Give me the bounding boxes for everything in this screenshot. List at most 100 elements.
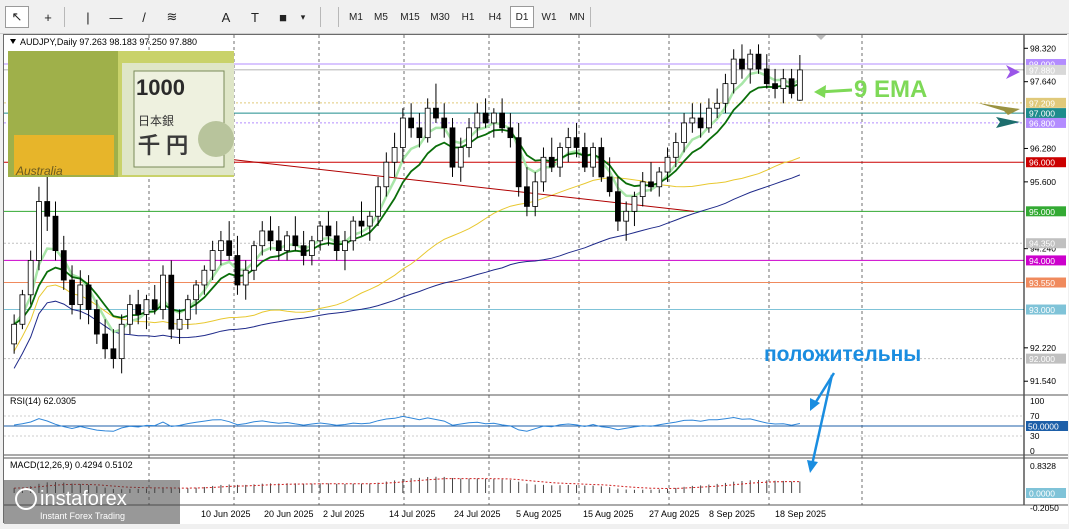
shapes-icon[interactable]: ■ (271, 6, 295, 28)
price-axis-label: 92.220 (1030, 343, 1056, 353)
time-axis-label: 20 Jun 2025 (264, 509, 314, 519)
rsi-axis-label: 0 (1030, 446, 1035, 456)
timeframe-m5-button[interactable]: M5 (369, 6, 393, 28)
candle[interactable] (19, 289, 26, 330)
label-icon[interactable]: T (243, 6, 267, 28)
rsi-axis-label: 70 (1030, 411, 1040, 421)
price-axis-label: 95.600 (1030, 177, 1056, 187)
bear-candle-body (408, 117, 415, 129)
bull-candle-body (143, 299, 150, 315)
price-tag: 94.000 (1026, 255, 1066, 266)
bear-candle-body (763, 68, 770, 85)
bull-candle-body (747, 53, 754, 70)
bear-candle-body (433, 107, 439, 119)
time-axis-label: 5 Aug 2025 (516, 509, 562, 519)
chart-header: AUDJPY,Daily 97.263 98.183 97.250 97.880 (10, 37, 197, 47)
fibonacci-icon[interactable]: ≋ (160, 6, 184, 28)
price-tag: 97.000 (1026, 108, 1066, 119)
price-axis-label: 97.640 (1030, 77, 1056, 87)
bull-candle-body (490, 112, 497, 124)
price-tag-label: 92.000 (1029, 354, 1055, 364)
bull-candle-body (176, 318, 183, 330)
price-tag: 95.000 (1026, 206, 1066, 217)
bear-candle-body (69, 279, 75, 306)
price-axis-label: 98.320 (1030, 43, 1056, 53)
crosshair-icon[interactable]: + (36, 6, 60, 28)
bear-candle-body (168, 274, 175, 330)
toolbar-separator (590, 7, 591, 27)
bull-candle-body (664, 156, 671, 173)
bear-candle-body (60, 250, 67, 281)
bull-candle-body (391, 147, 398, 163)
timeframe-w1-button[interactable]: W1 (537, 6, 561, 28)
price-axis-label: 91.540 (1030, 376, 1056, 386)
horizontal-line-icon[interactable]: — (104, 6, 128, 28)
price-tag-label: 95.000 (1029, 207, 1055, 217)
time-axis-label: 8 Sep 2025 (709, 509, 755, 519)
bull-candle-body (590, 147, 596, 168)
bull-candle-body (540, 156, 547, 183)
bear-candle-body (325, 225, 332, 237)
timeframe-m30-button[interactable]: M30 (426, 6, 454, 28)
time-axis-label: 15 Aug 2025 (583, 509, 634, 519)
bear-candle-body (292, 235, 299, 247)
price-tag-label: 96.800 (1029, 118, 1055, 128)
bear-candle-body (300, 245, 307, 256)
bull-candle-body (201, 269, 208, 286)
price-tag-label: 96.000 (1029, 158, 1055, 168)
chart-window[interactable]: 1000 日本銀千 円 Australia 98.320 97.640 96.280 95… (3, 34, 1068, 524)
price-chart[interactable]: 1000日本銀千 円Australia 98.32097.64096.28095… (4, 35, 1068, 524)
bear-candle-body (482, 112, 489, 124)
vertical-line-icon[interactable]: | (76, 6, 100, 28)
bull-candle-body (193, 284, 199, 301)
bear-candle-body (524, 186, 530, 207)
bear-candle-body (507, 127, 514, 139)
trend-line-icon[interactable]: / (132, 6, 156, 28)
bull-candle-body (623, 210, 630, 222)
time-axis-label: 27 Aug 2025 (649, 509, 700, 519)
timeframe-h4-button[interactable]: H4 (483, 6, 507, 28)
bull-candle-body (457, 147, 464, 168)
bear-candle-body (515, 137, 522, 188)
ema-annotation: 9 EMA (854, 76, 927, 103)
timeframe-m1-button[interactable]: M1 (344, 6, 368, 28)
chevron-down-icon[interactable]: ▾ (296, 6, 310, 28)
rsi-title: RSI(14) 62.0305 (10, 396, 76, 406)
timeframe-h1-button[interactable]: H1 (456, 6, 480, 28)
time-axis-label: 24 Jul 2025 (454, 509, 501, 519)
time-axis-label: 2 Jul 2025 (323, 509, 365, 519)
price-axis-label: 96.280 (1030, 143, 1056, 153)
text-icon[interactable]: A (214, 6, 238, 28)
bull-candle-body (77, 284, 84, 306)
toolbar-separator (338, 7, 339, 27)
bear-candle-body (615, 191, 621, 222)
timeframe-d1-button[interactable]: D1 (510, 6, 534, 28)
macd-axis-label: -0.2050 (1030, 503, 1059, 513)
price-tag: 96.000 (1026, 157, 1066, 168)
bull-candle-body (317, 225, 324, 242)
price-tag: 97.880 (1026, 64, 1066, 75)
bull-candle-body (532, 181, 539, 207)
time-axis-label: 14 Jul 2025 (389, 509, 436, 519)
watermark-tagline: Instant Forex Trading (40, 511, 125, 521)
bear-candle-body (44, 201, 51, 217)
bull-candle-body (259, 230, 266, 247)
bear-candle-body (85, 284, 92, 310)
rsi-axis-label: 100 (1030, 396, 1044, 406)
bear-candle-body (772, 83, 778, 89)
timeframe-m15-button[interactable]: M15 (396, 6, 424, 28)
bull-candle-body (466, 127, 472, 148)
price-tag: 94.350 (1026, 238, 1066, 249)
bear-candle-body (275, 240, 282, 252)
cursor-icon[interactable]: ↖ (5, 6, 29, 28)
price-tag: 96.800 (1026, 117, 1066, 128)
price-tag: 97.209 (1026, 97, 1066, 108)
timeframe-mn-button[interactable]: MN (565, 6, 589, 28)
bear-candle-body (739, 58, 745, 70)
bear-candle-body (267, 230, 274, 242)
bear-candle-body (573, 137, 580, 148)
bull-candle-body (672, 142, 679, 158)
instaforex-watermark: instaforexInstant Forex Trading (4, 480, 180, 524)
bull-candle-body (639, 181, 646, 197)
price-tag-label: 93.000 (1029, 305, 1055, 315)
